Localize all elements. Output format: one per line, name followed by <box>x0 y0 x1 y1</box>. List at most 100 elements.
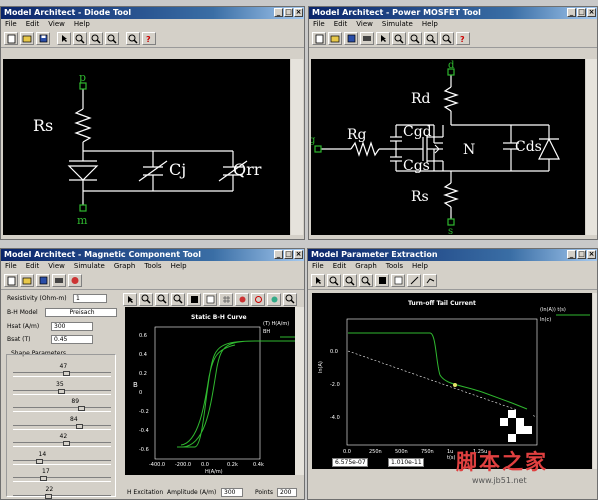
fit-line-icon[interactable] <box>407 274 421 287</box>
maximize-button[interactable]: □ <box>284 250 293 259</box>
menu-help[interactable]: Help <box>171 261 187 272</box>
slider-thumb[interactable] <box>35 458 43 464</box>
menu-edit[interactable]: Edit <box>333 261 347 272</box>
search-icon[interactable] <box>283 292 297 306</box>
zoom-in-icon[interactable] <box>327 274 341 287</box>
simulate-icon[interactable] <box>360 32 374 45</box>
maximize-button[interactable]: □ <box>284 8 293 17</box>
minimize-button[interactable]: _ <box>567 250 576 259</box>
black-background-icon[interactable] <box>187 292 201 306</box>
zoom-out-icon[interactable] <box>408 32 422 45</box>
bh-model-dropdown[interactable]: Preisach <box>45 308 117 317</box>
zoom-area-icon[interactable] <box>440 32 454 45</box>
bh-curve-plot[interactable]: Static B-H Curve (T) H(A/m) BH B H(A/m) … <box>125 307 303 475</box>
minimize-button[interactable]: _ <box>567 8 576 17</box>
menu-edit[interactable]: Edit <box>26 19 40 30</box>
zoom-out-icon[interactable] <box>155 292 169 306</box>
zoom-in-icon[interactable] <box>139 292 153 306</box>
slider-thumb[interactable] <box>62 371 70 376</box>
mosfet-schematic-canvas[interactable]: d g s Rd Rg Cgd Cgs N Cds Rs <box>309 59 585 237</box>
save-icon[interactable] <box>36 274 50 287</box>
menu-help[interactable]: Help <box>412 261 428 272</box>
tauh-value[interactable]: 6.575e-07 <box>332 458 368 467</box>
slider-thumb[interactable] <box>77 406 85 411</box>
source-terminal-icon[interactable] <box>447 218 455 226</box>
close-button[interactable]: × <box>294 8 303 17</box>
zoom-fit-icon[interactable] <box>424 32 438 45</box>
slider-thumb[interactable] <box>76 423 83 429</box>
extract-icon[interactable] <box>423 274 437 287</box>
save-icon[interactable] <box>36 32 50 45</box>
zoom-in-icon[interactable] <box>392 32 406 45</box>
shape-parameter-slider[interactable] <box>13 371 111 377</box>
pointer-icon[interactable] <box>123 292 137 306</box>
menu-view[interactable]: View <box>48 19 65 30</box>
points-input[interactable]: 200 <box>277 488 297 497</box>
white-background-icon[interactable] <box>203 292 217 306</box>
close-button[interactable]: × <box>587 8 596 17</box>
no-entry-icon[interactable] <box>251 292 265 306</box>
close-button[interactable]: × <box>587 250 596 259</box>
slider-thumb[interactable] <box>40 476 47 481</box>
pointer-icon[interactable] <box>57 32 71 45</box>
open-folder-icon[interactable] <box>328 32 342 45</box>
zoom-area-icon[interactable] <box>126 32 140 45</box>
menu-file[interactable]: File <box>313 19 325 30</box>
bsat-input[interactable]: 0.45 <box>51 335 93 344</box>
simulate-icon[interactable] <box>52 274 66 287</box>
slider-thumb[interactable] <box>62 441 70 446</box>
marker-icon[interactable] <box>235 292 249 306</box>
maximize-button[interactable]: □ <box>577 250 586 259</box>
new-file-icon[interactable] <box>4 32 18 45</box>
zoom-fit-icon[interactable] <box>105 32 119 45</box>
menu-help[interactable]: Help <box>74 19 90 30</box>
minimize-button[interactable]: _ <box>274 250 283 259</box>
zoom-fit-icon[interactable] <box>171 292 185 306</box>
shape-parameter-slider[interactable] <box>13 406 111 412</box>
pointer-icon[interactable] <box>376 32 390 45</box>
minimize-button[interactable]: _ <box>274 8 283 17</box>
save-icon[interactable] <box>344 32 358 45</box>
diode-schematic-canvas[interactable]: p m Rs Cj Qrr <box>3 59 290 235</box>
menu-simulate[interactable]: Simulate <box>382 19 413 30</box>
menu-file[interactable]: File <box>312 261 324 272</box>
help-icon[interactable]: ? <box>456 32 470 45</box>
menu-graph[interactable]: Graph <box>114 261 135 272</box>
menu-edit[interactable]: Edit <box>334 19 348 30</box>
black-background-icon[interactable] <box>375 274 389 287</box>
shape-parameter-slider[interactable] <box>13 458 111 465</box>
zoom-out-icon[interactable] <box>343 274 357 287</box>
menu-edit[interactable]: Edit <box>26 261 40 272</box>
open-folder-icon[interactable] <box>20 32 34 45</box>
menu-tools[interactable]: Tools <box>144 261 161 272</box>
gate-terminal-icon[interactable] <box>314 145 322 153</box>
close-button[interactable]: × <box>294 250 303 259</box>
hsat-input[interactable]: 300 <box>51 322 93 331</box>
shape-parameter-slider[interactable] <box>13 493 111 499</box>
palette-icon[interactable] <box>267 292 281 306</box>
menu-view[interactable]: View <box>356 19 373 30</box>
menu-simulate[interactable]: Simulate <box>74 261 105 272</box>
amplitude-input[interactable]: 300 <box>221 488 243 497</box>
bh-vertical-scrollbar[interactable] <box>295 307 304 475</box>
help-icon[interactable]: ? <box>142 32 156 45</box>
shape-parameter-slider[interactable] <box>13 476 111 482</box>
tc-extraction-point[interactable] <box>453 383 457 387</box>
zoom-fit-icon[interactable] <box>359 274 373 287</box>
maximize-button[interactable]: □ <box>577 8 586 17</box>
diode-vertical-scrollbar[interactable] <box>291 59 303 235</box>
menu-file[interactable]: File <box>5 261 17 272</box>
white-background-icon[interactable] <box>391 274 405 287</box>
cathode-terminal-icon[interactable] <box>79 204 87 212</box>
zoom-in-icon[interactable] <box>73 32 87 45</box>
shape-parameter-slider[interactable] <box>13 441 111 447</box>
menu-file[interactable]: File <box>5 19 17 30</box>
grid-icon[interactable] <box>219 292 233 306</box>
open-folder-icon[interactable] <box>20 274 34 287</box>
slider-thumb[interactable] <box>44 493 52 499</box>
shape-parameter-slider[interactable] <box>13 388 111 395</box>
isne-value[interactable]: 1.010e-11 <box>388 458 424 467</box>
shape-parameter-slider[interactable] <box>13 423 111 430</box>
slider-thumb[interactable] <box>58 388 65 394</box>
zoom-out-icon[interactable] <box>89 32 103 45</box>
